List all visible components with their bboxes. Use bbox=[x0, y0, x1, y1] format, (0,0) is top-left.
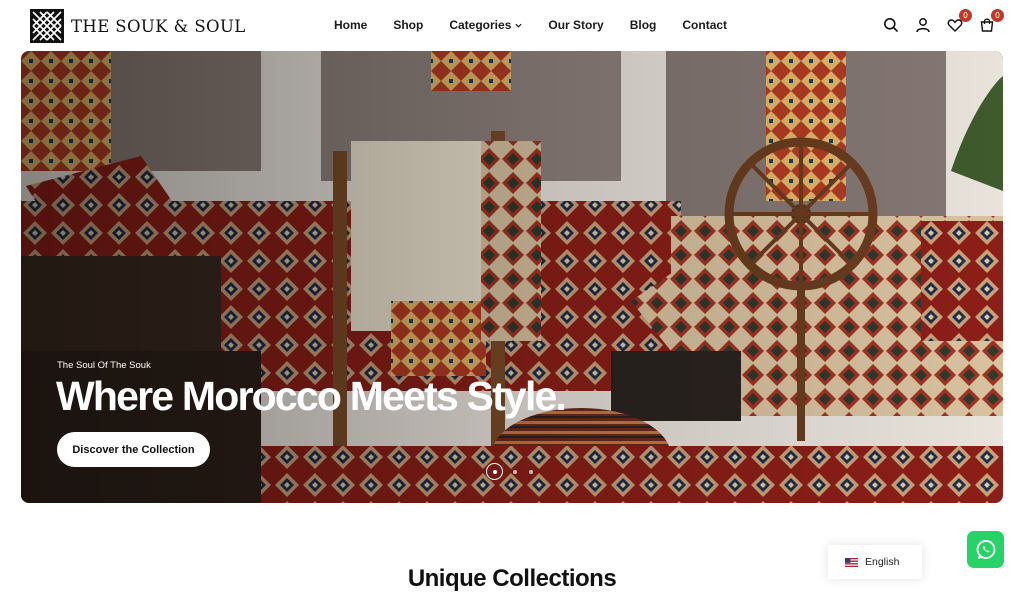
nav-categories[interactable]: Categories bbox=[449, 18, 522, 32]
chevron-down-icon bbox=[515, 23, 522, 28]
search-icon bbox=[884, 18, 899, 33]
cart-count-badge: 0 bbox=[991, 9, 1004, 22]
slider-pagination bbox=[486, 463, 545, 480]
wishlist-count-badge: 0 bbox=[959, 9, 972, 22]
nav-categories-label: Categories bbox=[449, 18, 512, 32]
slide-dot-1-center bbox=[492, 469, 497, 474]
wishlist-button[interactable]: 0 bbox=[944, 9, 972, 36]
language-label: English bbox=[865, 556, 900, 568]
nav-our-story[interactable]: Our Story bbox=[548, 18, 603, 32]
us-flag-icon bbox=[845, 557, 858, 567]
nav-shop-label: Shop bbox=[393, 18, 424, 32]
slide-dot-3[interactable] bbox=[529, 469, 533, 474]
main-nav: Home Shop Categories Our Story Blog Cont… bbox=[334, 18, 753, 32]
hero-headline: Where Morocco Meets Style. bbox=[56, 373, 567, 419]
header-actions: 0 0 bbox=[870, 9, 1004, 36]
whatsapp-icon bbox=[976, 539, 995, 559]
hero-slider: The Soul Of The Souk Where Morocco Meets… bbox=[21, 51, 1003, 503]
nav-contact-label: Contact bbox=[682, 18, 728, 32]
nav-home[interactable]: Home bbox=[334, 18, 367, 32]
language-switcher[interactable]: English bbox=[828, 545, 922, 579]
brand-name: THE SOUK & SOUL bbox=[71, 16, 246, 36]
nav-blog[interactable]: Blog bbox=[630, 18, 657, 32]
account-button[interactable] bbox=[912, 14, 934, 36]
slide-dot-2[interactable] bbox=[513, 469, 517, 474]
brand-logo[interactable]: THE SOUK & SOUL bbox=[30, 9, 246, 43]
nav-our-story-label: Our Story bbox=[548, 18, 604, 32]
hero-eyebrow: The Soul Of The Souk bbox=[57, 360, 151, 371]
nav-home-label: Home bbox=[334, 18, 368, 32]
search-button[interactable] bbox=[880, 14, 902, 36]
slide-dot-1[interactable] bbox=[486, 463, 503, 480]
nav-blog-label: Blog bbox=[629, 18, 657, 32]
cart-button[interactable]: 0 bbox=[976, 9, 1004, 36]
whatsapp-button[interactable] bbox=[967, 531, 1004, 568]
nav-contact[interactable]: Contact bbox=[682, 18, 727, 32]
site-header: THE SOUK & SOUL Home Shop Categories Our… bbox=[0, 0, 1024, 52]
user-icon bbox=[916, 18, 930, 33]
logo-mark-icon bbox=[30, 9, 64, 43]
discover-collection-button[interactable]: Discover the Collection bbox=[57, 432, 210, 467]
nav-shop[interactable]: Shop bbox=[393, 18, 423, 32]
